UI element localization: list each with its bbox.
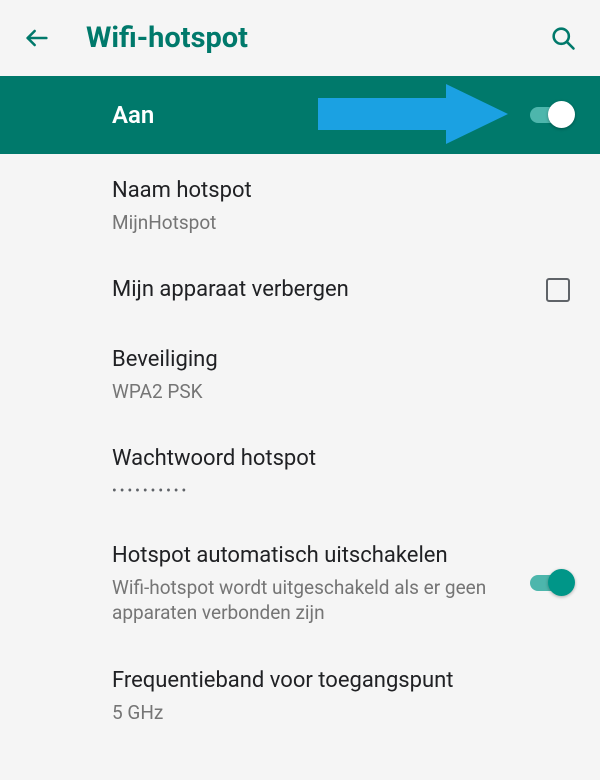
password-row[interactable]: Wachtwoord hotspot •••••••••• (0, 424, 600, 521)
hotspot-name-title: Naam hotspot (112, 176, 570, 206)
back-arrow-icon[interactable] (22, 23, 52, 53)
hotspot-name-row[interactable]: Naam hotspot MijnHotspot (0, 156, 600, 255)
hide-device-row[interactable]: Mijn apparaat verbergen (0, 255, 600, 325)
master-toggle-switch[interactable] (530, 103, 570, 127)
password-title: Wachtwoord hotspot (112, 444, 570, 474)
settings-list: Naam hotspot MijnHotspot Mijn apparaat v… (0, 154, 600, 745)
auto-off-toggle-switch[interactable] (530, 571, 570, 595)
hotspot-name-value: MijnHotspot (112, 210, 570, 236)
app-header: Wifi-hotspot (0, 0, 600, 76)
search-icon[interactable] (548, 23, 578, 53)
auto-off-row[interactable]: Hotspot automatisch uitschakelen Wifi-ho… (0, 521, 600, 646)
master-toggle-label: Aan (112, 101, 530, 129)
master-toggle-row[interactable]: Aan (0, 76, 600, 154)
password-value: •••••••••• (112, 482, 570, 501)
page-title: Wifi-hotspot (86, 21, 548, 55)
frequency-band-title: Frequentieband voor toegangspunt (112, 666, 570, 696)
security-value: WPA2 PSK (112, 379, 570, 405)
auto-off-title: Hotspot automatisch uitschakelen (112, 541, 530, 571)
frequency-band-value: 5 GHz (112, 700, 570, 726)
security-row[interactable]: Beveiliging WPA2 PSK (0, 325, 600, 424)
auto-off-sub: Wifi-hotspot wordt uitgeschakeld als er … (112, 575, 530, 626)
hide-device-title: Mijn apparaat verbergen (112, 275, 546, 305)
hide-device-checkbox[interactable] (546, 278, 570, 302)
frequency-band-row[interactable]: Frequentieband voor toegangspunt 5 GHz (0, 646, 600, 745)
security-title: Beveiliging (112, 345, 570, 375)
